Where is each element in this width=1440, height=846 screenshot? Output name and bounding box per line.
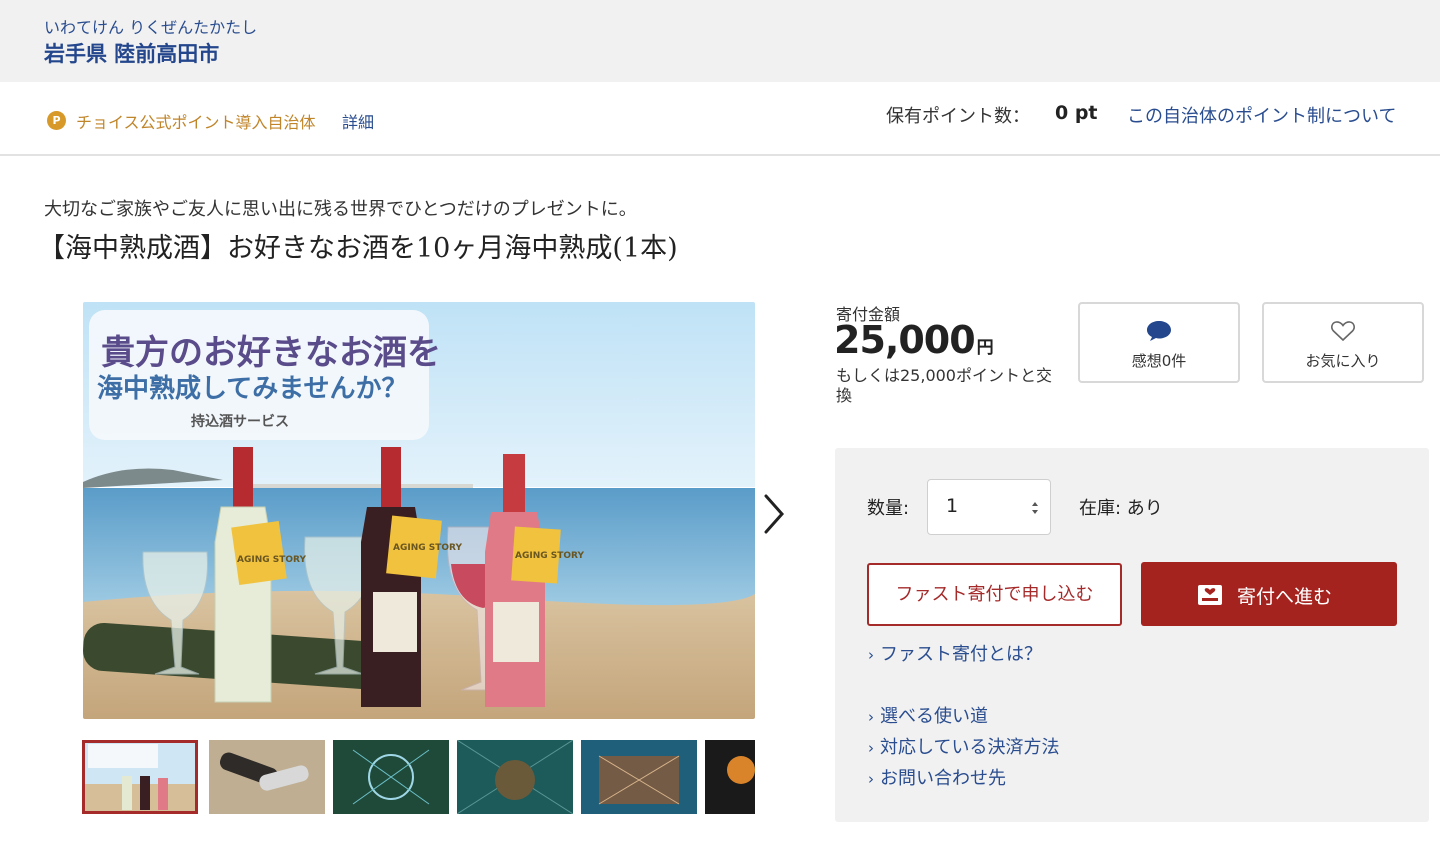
fast-donate-help-link[interactable]: › ファスト寄付とは？: [868, 640, 1042, 666]
favorite-label: お気に入り: [1305, 352, 1381, 370]
quantity-stepper[interactable]: 1: [927, 479, 1051, 535]
thumbnail-4[interactable]: [457, 740, 573, 814]
price-amount: 25,000: [834, 318, 976, 362]
chevron-right-icon: ›: [868, 739, 874, 757]
chevron-right-icon[interactable]: [760, 490, 788, 538]
usage-options-label: 選べる使い道: [880, 706, 988, 727]
fast-donate-button[interactable]: ファスト寄付で申し込む: [867, 563, 1122, 626]
heart-icon: [1264, 320, 1422, 346]
quantity-value: 1: [946, 495, 959, 517]
stock-status: 在庫: あり: [1079, 498, 1163, 519]
point-badge-icon: P: [47, 111, 66, 130]
municipality-name[interactable]: 岩手県 陸前高田市: [44, 38, 219, 68]
payment-methods-label: 対応している決済方法: [880, 737, 1060, 758]
wine-beach-photo: 貴方のお好きなお酒を 海中熟成してみませんか？ 持込酒サービス AGING ST…: [83, 302, 755, 719]
bottle-tag-2: AGING STORY: [393, 543, 462, 553]
order-panel: 数量: 1 在庫: あり ファスト寄付で申し込む 寄付へ進む › ファスト寄付とは…: [835, 448, 1429, 822]
thumbnail-strip: [82, 740, 755, 816]
thumbnail-1[interactable]: [82, 740, 198, 814]
product-subtitle: 大切なご家族やご友人に思い出に残る世界でひとつだけのプレゼントに。: [44, 199, 637, 220]
product-title: 【海中熟成酒】お好きなお酒を10ヶ月海中熟成(1本): [38, 233, 678, 264]
price-value: 25,000 円: [834, 318, 994, 362]
chevron-right-icon: ›: [868, 770, 874, 788]
donate-button-label: 寄付へ進む: [1237, 586, 1333, 608]
main-product-image[interactable]: 貴方のお好きなお酒を 海中熟成してみませんか？ 持込酒サービス AGING ST…: [83, 302, 755, 719]
municipality-header: いわてけん りくぜんたかたし 岩手県 陸前高田市: [0, 0, 1440, 82]
thumbnail-2[interactable]: [209, 740, 325, 814]
point-detail-link[interactable]: 詳細: [342, 109, 374, 133]
point-bar: P チョイス公式ポイント導入自治体 詳細 保有ポイント数： 0 pt この自治体…: [0, 82, 1440, 156]
banner-line-3: 持込酒サービス: [191, 413, 289, 430]
thumbnail-5[interactable]: [581, 740, 697, 814]
point-system-link[interactable]: この自治体のポイント制について: [1127, 102, 1396, 128]
municipality-kana: いわてけん りくぜんたかたし: [44, 18, 258, 37]
bottle-tag-1: AGING STORY: [237, 555, 306, 565]
favorite-button[interactable]: お気に入り: [1262, 302, 1424, 383]
review-count-label: 感想0件: [1131, 352, 1187, 370]
thumbnail-3[interactable]: [333, 740, 449, 814]
banner-line-1: 貴方のお好きなお酒を: [101, 333, 441, 373]
banner-line-2: 海中熟成してみませんか？: [97, 373, 407, 404]
fast-donate-help-label: ファスト寄付とは？: [880, 644, 1042, 665]
chevron-right-icon: ›: [868, 708, 874, 726]
held-points-value: 0 pt: [1055, 102, 1098, 124]
quantity-label: 数量:: [867, 498, 910, 519]
bottle-tag-3: AGING STORY: [515, 551, 584, 561]
held-points-label: 保有ポイント数：: [886, 106, 1030, 127]
review-button[interactable]: 感想0件: [1078, 302, 1240, 383]
donate-button[interactable]: 寄付へ進む: [1141, 562, 1397, 626]
usage-options-link[interactable]: › 選べる使い道: [868, 702, 988, 728]
price-unit: 円: [976, 338, 994, 358]
chevron-right-icon: ›: [868, 646, 874, 664]
contact-link[interactable]: › お問い合わせ先: [868, 764, 1006, 790]
thumbnail-6[interactable]: [705, 740, 755, 814]
price-point-alternative: もしくは25,000ポイントと交換: [836, 366, 1052, 405]
speech-bubble-icon: [1080, 320, 1238, 346]
gift-box-icon: [1198, 585, 1222, 605]
contact-label: お問い合わせ先: [880, 768, 1006, 789]
point-program-label: チョイス公式ポイント導入自治体: [76, 113, 316, 132]
payment-methods-link[interactable]: › 対応している決済方法: [868, 733, 1059, 759]
spinner-arrows-icon[interactable]: [1030, 500, 1040, 516]
